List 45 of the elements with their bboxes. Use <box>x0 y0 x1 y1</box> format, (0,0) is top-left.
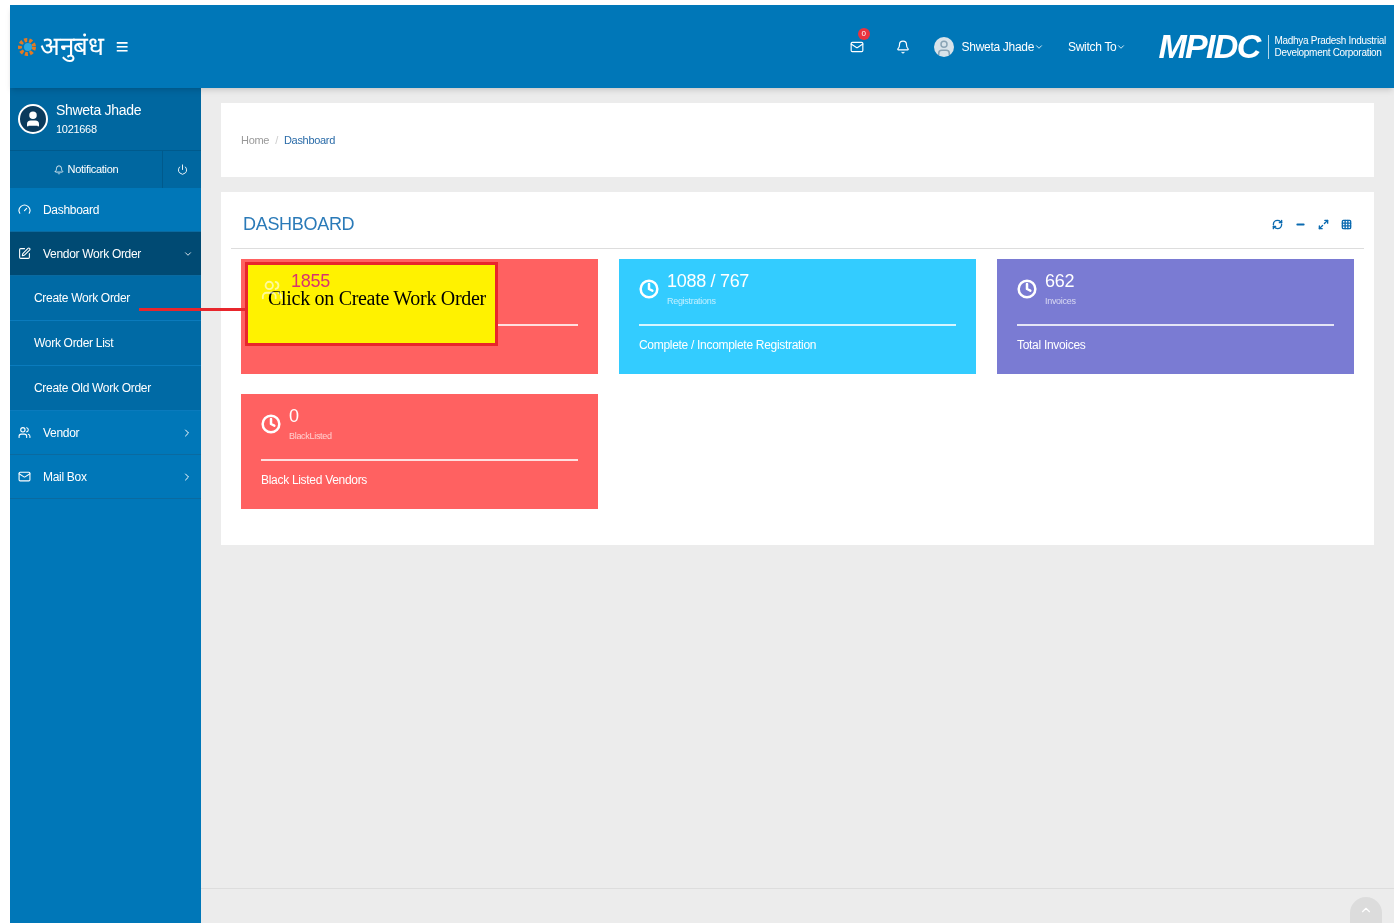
mail-icon[interactable] <box>849 39 864 54</box>
logo-icon <box>18 35 36 58</box>
breadcrumb-separator: / <box>275 132 278 148</box>
avatar-icon <box>18 104 48 134</box>
menu-toggle[interactable]: ≡ <box>115 30 129 63</box>
app-logo-text: अनुबंध <box>40 30 104 64</box>
bell-icon[interactable] <box>895 39 910 54</box>
stat-footer: Complete / Incomplete Registration <box>639 336 956 354</box>
stat-footer: Black Listed Vendors <box>261 471 578 489</box>
expand-icon[interactable] <box>1318 218 1329 230</box>
panel-title: DASHBOARD <box>243 212 356 236</box>
grid-icon[interactable] <box>1341 218 1352 230</box>
clock-icon <box>261 414 281 434</box>
stat-value: 662 <box>1045 271 1076 291</box>
sidebar-item[interactable]: Vendor Work Order <box>10 232 201 276</box>
clock-icon <box>639 279 659 299</box>
submenu-item[interactable]: Work Order List <box>10 321 201 366</box>
clock-icon <box>1017 279 1037 299</box>
stat-footer: Total Invoices <box>1017 336 1334 354</box>
stat-value: 1855 <box>291 271 330 291</box>
users-icon <box>18 426 31 439</box>
dashboard-icon <box>18 203 31 216</box>
profile-id: 1021668 <box>56 122 98 138</box>
switch-to-menu[interactable]: Switch To <box>1068 37 1127 56</box>
org-name: Development Corporation <box>1274 46 1383 59</box>
stat-label: BlackListed <box>289 430 332 443</box>
stat-value: 1088 / 767 <box>667 271 750 291</box>
power-icon <box>176 164 188 175</box>
refresh-icon[interactable] <box>1272 218 1283 230</box>
mail-count-badge: 0 <box>857 27 870 40</box>
org-name: Madhya Pradesh Industrial <box>1274 34 1386 47</box>
stat-label: Registrations <box>667 295 717 308</box>
profile-name: Shweta Jhade <box>56 101 142 121</box>
mail-icon <box>18 470 31 483</box>
submenu-item[interactable]: Create Old Work Order <box>10 366 201 411</box>
org-logo: MPIDC <box>1158 26 1260 67</box>
user-avatar[interactable] <box>933 36 954 57</box>
stat-label: Invoices <box>1045 295 1076 308</box>
edit-icon <box>18 247 31 260</box>
bell-icon <box>53 164 64 175</box>
stat-value: 0 <box>289 406 300 426</box>
breadcrumb-link[interactable]: Home <box>241 131 270 149</box>
user-menu[interactable]: Shweta Jhade <box>961 37 1045 56</box>
breadcrumb-link[interactable]: Dashboard <box>283 131 336 149</box>
submenu-item[interactable]: Create Work Order <box>10 276 201 321</box>
